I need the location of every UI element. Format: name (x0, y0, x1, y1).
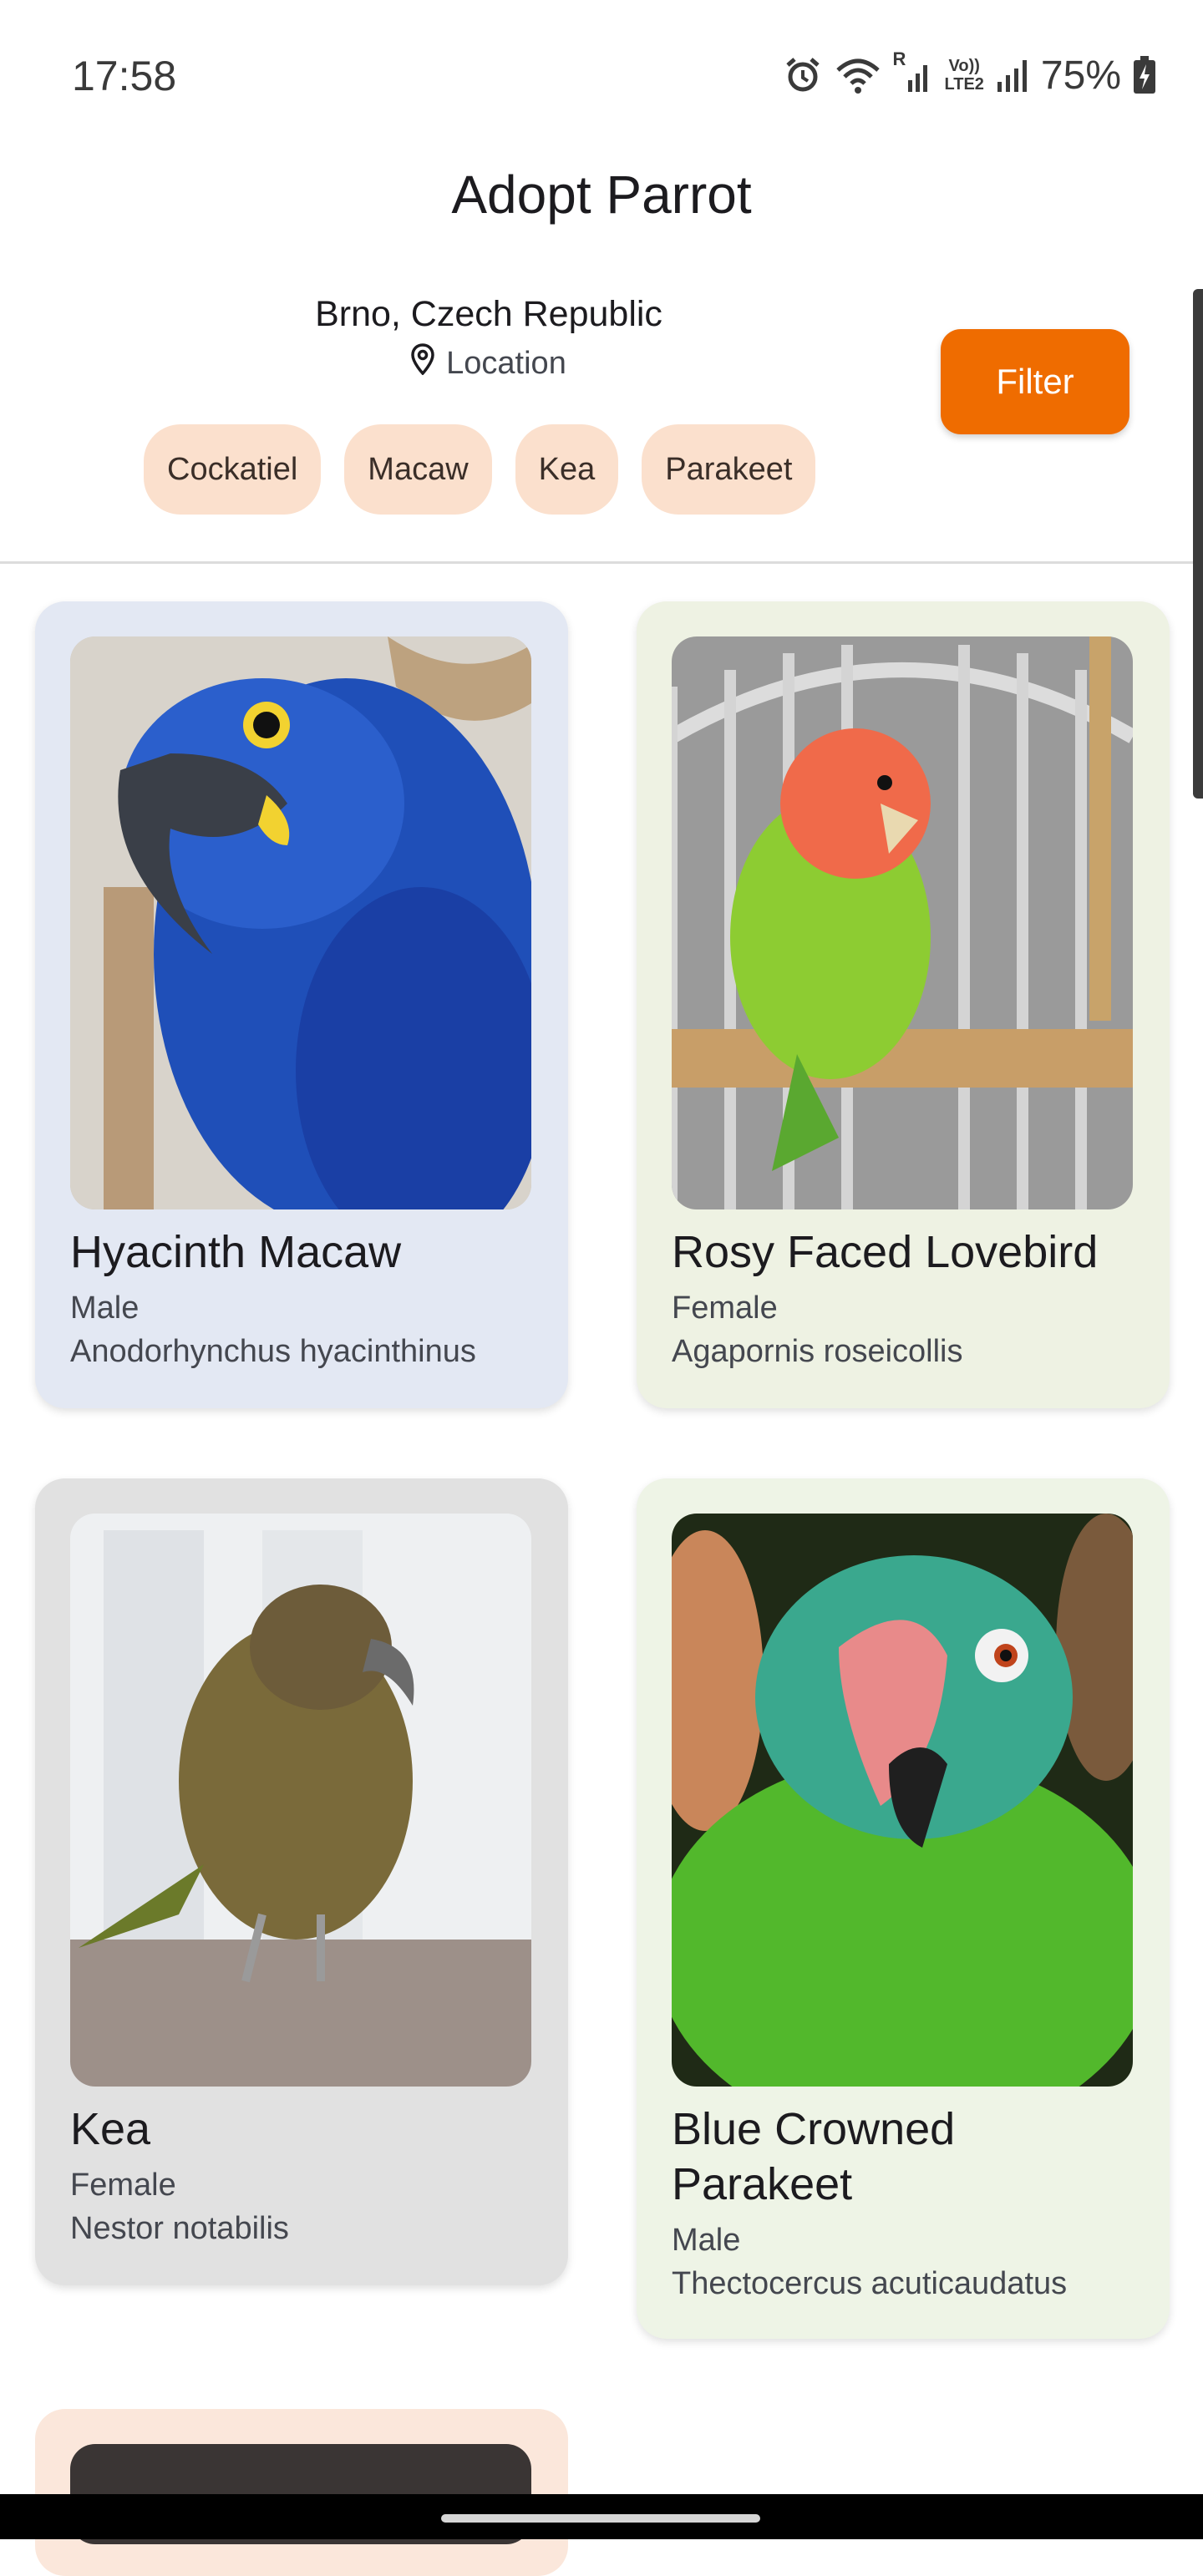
parrot-species: Thectocercus acuticaudatus (672, 2266, 1068, 2301)
parrot-sex: Male (70, 1291, 140, 1326)
header-divider (0, 561, 1203, 564)
chip-macaw[interactable]: Macaw (344, 424, 492, 515)
location-label: Location (446, 345, 566, 381)
status-icons: R Vo)) LTE2 75% (783, 48, 1157, 100)
parrot-name: Kea (70, 2104, 151, 2154)
roaming-label: R (892, 48, 906, 69)
location-city: Brno, Czech Republic (315, 294, 662, 334)
parrot-card[interactable]: Hyacinth Macaw Male Anodorhynchus hyacin… (35, 601, 568, 1408)
wifi-icon (835, 55, 881, 95)
scrollbar-thumb[interactable] (1193, 289, 1203, 799)
signal-roaming-icon: R (893, 48, 933, 95)
system-navigation-bar (0, 2494, 1203, 2539)
parrot-photo (672, 1514, 1133, 2087)
page-title: Adopt Parrot (451, 165, 752, 225)
chip-parakeet[interactable]: Parakeet (642, 424, 816, 515)
location-selector[interactable]: Brno, Czech Republic Location (284, 294, 693, 383)
signal-icon (996, 55, 1029, 95)
parrot-name: Blue Crowned Parakeet (672, 2104, 956, 2209)
status-bar: 17:58 R Vo)) LTE2 75% (0, 0, 1203, 150)
parrot-card[interactable]: Rosy Faced Lovebird Female Agapornis ros… (637, 601, 1170, 1408)
location-pin-icon (411, 343, 434, 383)
parrot-name: Rosy Faced Lovebird (672, 1227, 1099, 1277)
location-label-row: Location (284, 343, 693, 383)
parrot-card[interactable] (35, 2409, 568, 2576)
alarm-icon (783, 55, 823, 95)
parrot-card[interactable]: Kea Female Nestor notabilis (35, 1478, 568, 2285)
battery-charging-icon (1133, 56, 1156, 94)
chip-kea[interactable]: Kea (515, 424, 619, 515)
parrot-sex: Female (70, 2168, 176, 2203)
volte-lte2-icon: Vo)) LTE2 (945, 57, 984, 94)
parrot-photo (70, 1514, 531, 2087)
parrot-name: Hyacinth Macaw (70, 1227, 402, 1277)
lte2-label: LTE2 (944, 75, 984, 94)
chip-cockatiel[interactable]: Cockatiel (144, 424, 322, 515)
volte-label: Vo)) (948, 57, 980, 75)
parrot-card[interactable]: Blue Crowned Parakeet Male Thectocercus … (637, 1478, 1170, 2339)
parrot-species: Nestor notabilis (70, 2211, 289, 2246)
status-time: 17:58 (72, 53, 177, 99)
battery-percent: 75% (1040, 53, 1121, 98)
parrot-species: Agapornis roseicollis (672, 1334, 963, 1369)
filter-button[interactable]: Filter (941, 329, 1129, 434)
parrot-sex: Female (672, 1291, 778, 1326)
parrot-species: Anodorhynchus hyacinthinus (70, 1334, 476, 1369)
parrot-photo (672, 636, 1133, 1209)
breed-chips: Cockatiel Macaw Kea Parakeet (144, 424, 816, 515)
parrot-sex: Male (672, 2223, 741, 2258)
gesture-handle[interactable] (441, 2514, 760, 2523)
parrot-photo (70, 636, 531, 1209)
